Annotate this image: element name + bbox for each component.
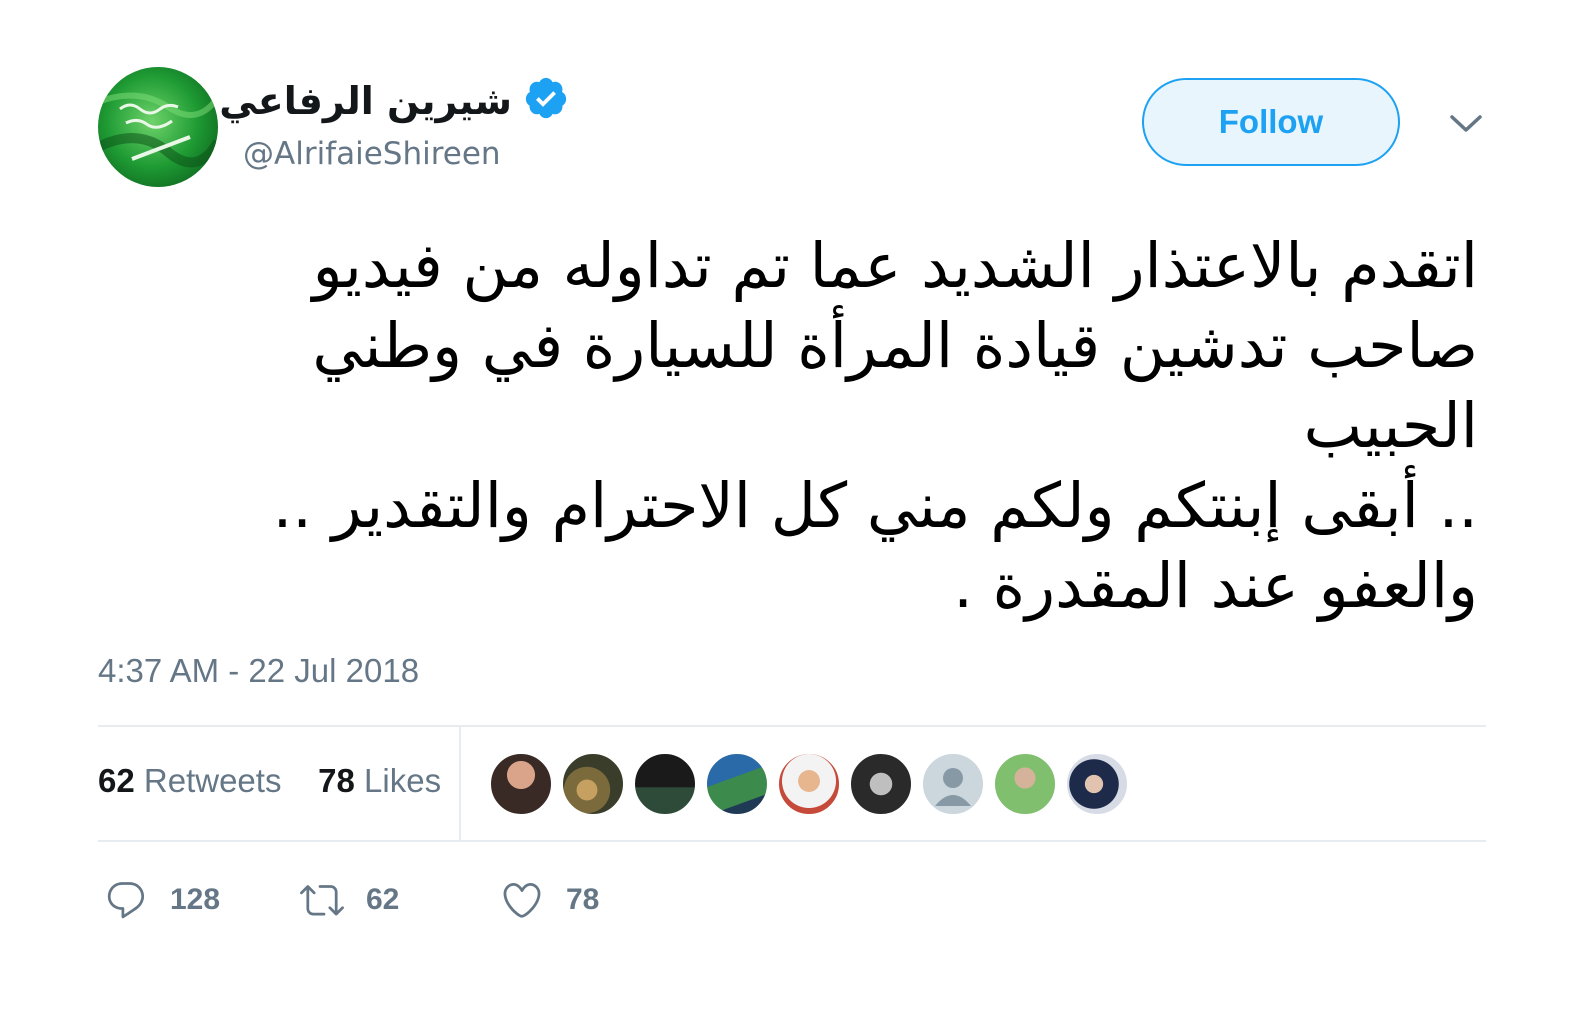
tweet-line: الحبيب: [1303, 389, 1478, 462]
tweet-line: والعفو عند المقدرة .: [953, 549, 1478, 622]
retweets-stat[interactable]: 62 Retweets: [98, 762, 281, 799]
tweet-line: صاحب تدشين قيادة المرأة للسيارة في وطني: [312, 309, 1478, 382]
tweet-timestamp[interactable]: 4:37 AM - 22 Jul 2018: [98, 652, 419, 690]
retweets-label: Retweets: [143, 762, 282, 799]
retweets-count: 62: [98, 762, 135, 799]
stats-divider: [459, 727, 461, 841]
default-profile-icon: [935, 768, 971, 806]
liker-avatar[interactable]: [778, 753, 840, 815]
divider: [98, 725, 1486, 727]
follow-button[interactable]: Follow: [1142, 78, 1400, 166]
likes-stat[interactable]: 78 Likes: [318, 762, 441, 799]
author-handle[interactable]: @AlrifaieShireen: [243, 136, 501, 172]
tweet-line: .. أبقى إبنتكم ولكم مني كل الاحترام والت…: [272, 469, 1478, 542]
tweet-stats: 62 Retweets 78 Likes: [98, 762, 441, 800]
liker-avatar[interactable]: [634, 753, 696, 815]
reply-count: 128: [170, 883, 221, 916]
retweet-count: 62: [366, 883, 400, 916]
author-display-name[interactable]: شيرين الرفاعي: [219, 74, 512, 128]
liker-avatar[interactable]: [706, 753, 768, 815]
heart-icon: [503, 882, 541, 918]
chevron-down-icon[interactable]: [1448, 112, 1484, 136]
liker-avatar[interactable]: [994, 753, 1056, 815]
divider: [98, 840, 1486, 842]
retweet-button[interactable]: 62: [300, 878, 399, 922]
liker-avatar[interactable]: [922, 753, 984, 815]
like-button[interactable]: 78: [500, 878, 599, 922]
likes-label: Likes: [364, 762, 442, 799]
liker-avatar[interactable]: [562, 753, 624, 815]
tweet-line: اتقدم بالاعتذار الشديد عما تم تداوله من …: [312, 229, 1478, 302]
tweet-text: اتقدم بالاعتذار الشديد عما تم تداوله من …: [218, 226, 1478, 626]
liker-avatar[interactable]: [1066, 753, 1128, 815]
reply-icon: [107, 882, 145, 919]
verified-badge-icon: [525, 77, 567, 119]
liker-avatar[interactable]: [490, 753, 552, 815]
retweet-icon: [300, 885, 344, 916]
like-count: 78: [566, 883, 600, 916]
likes-count: 78: [318, 762, 355, 799]
liker-avatar[interactable]: [850, 753, 912, 815]
reply-button[interactable]: 128: [104, 878, 220, 922]
author-avatar[interactable]: [98, 67, 218, 187]
